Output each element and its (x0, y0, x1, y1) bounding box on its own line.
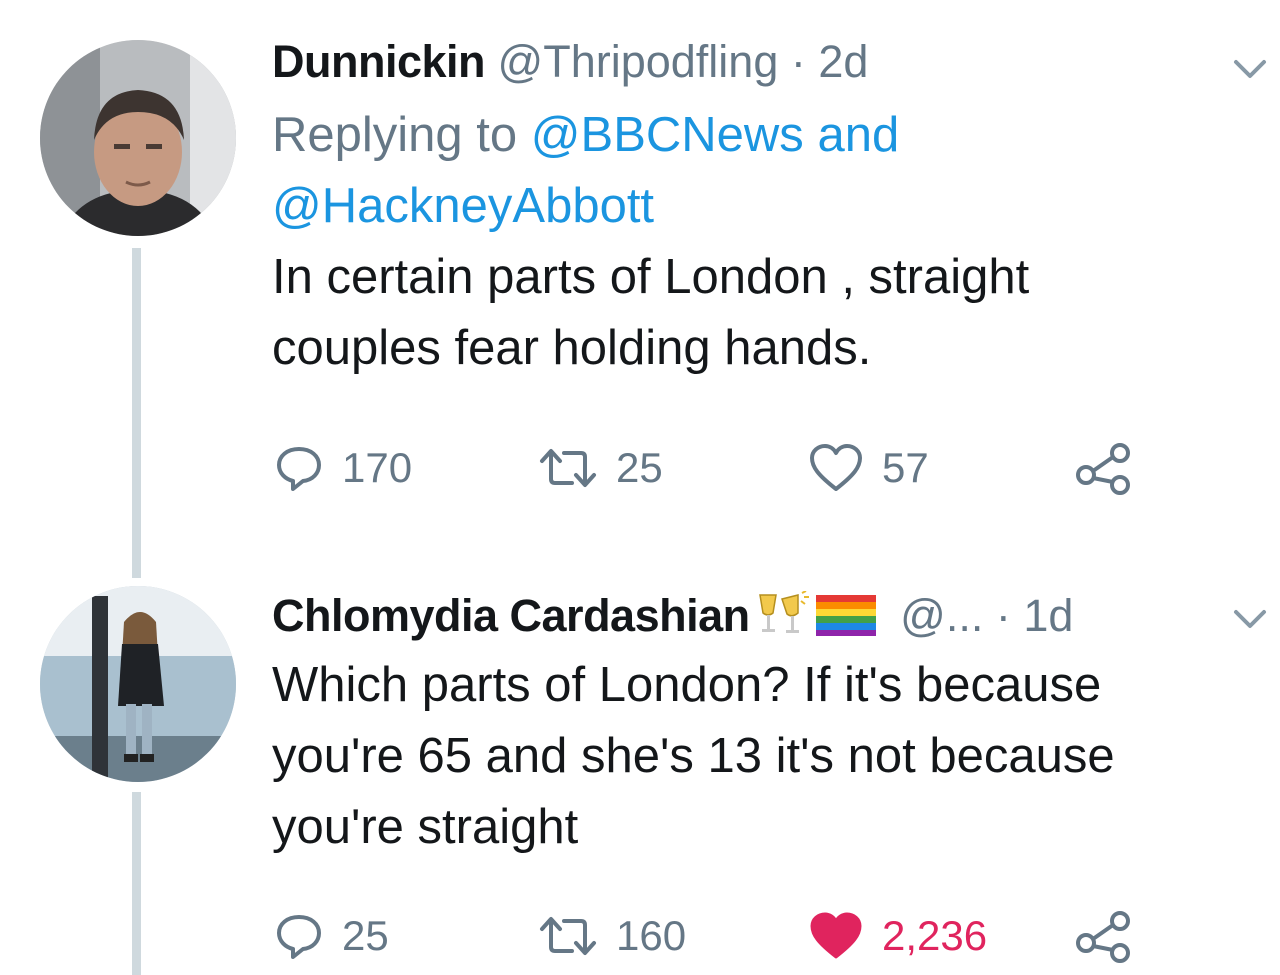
share-icon (1076, 443, 1130, 495)
mention-link[interactable]: @BBCNews (531, 108, 804, 162)
retweet-count: 25 (616, 444, 663, 491)
tweet[interactable]: Dunnickin @Thripodfling · 2d Replying to… (272, 32, 1232, 384)
tweet-text: Which parts of London? If it's because y… (272, 650, 1232, 863)
tweet-actions: 170 25 57 (274, 438, 1174, 498)
chevron-down-icon[interactable] (1228, 46, 1272, 90)
reply-icon (277, 915, 321, 959)
rainbow-flag-icon (815, 595, 876, 636)
replying-prefix: Replying to (272, 108, 518, 162)
tweet[interactable]: Chlomydia Cardashian @... · 1d Which par… (272, 586, 1232, 863)
retweet-count: 160 (616, 912, 687, 959)
retweet-button[interactable]: 160 (538, 906, 686, 966)
avatar[interactable] (40, 586, 236, 782)
thread-line-top (132, 248, 141, 578)
avatar[interactable] (40, 40, 236, 236)
tweet-header: Dunnickin @Thripodfling · 2d (272, 32, 1232, 92)
heart-icon-filled (810, 912, 862, 959)
retweet-icon (540, 449, 596, 487)
heart-icon (810, 444, 862, 491)
author-name[interactable]: Dunnickin (272, 36, 486, 87)
chevron-down-icon[interactable] (1228, 596, 1272, 640)
reply-joiner: and (817, 108, 900, 162)
tweet-text: In certain parts of London , straight co… (272, 242, 1232, 384)
tweet-text-line: you're straight (272, 800, 579, 854)
reply-icon (277, 447, 321, 491)
share-button[interactable] (1074, 438, 1134, 498)
share-button[interactable] (1074, 906, 1134, 966)
tweet-text-line: Which parts of London? If it's because (272, 658, 1102, 712)
timestamp[interactable]: 2d (818, 36, 868, 87)
reply-count: 25 (342, 912, 389, 959)
like-button[interactable]: 2,236 (808, 906, 987, 966)
retweet-icon (540, 917, 596, 955)
reply-button[interactable]: 25 (274, 906, 389, 966)
share-icon (1076, 911, 1130, 963)
time-separator: · (995, 590, 1011, 641)
like-count: 2,236 (882, 912, 988, 959)
tweet-text-line: you're 65 and she's 13 it's not because (272, 729, 1115, 783)
author-name[interactable]: Chlomydia Cardashian (272, 590, 750, 641)
clinking-glasses-icon (758, 591, 809, 633)
author-handle[interactable]: @Thripodfling (498, 36, 779, 87)
timestamp[interactable]: 1d (1023, 590, 1073, 641)
reply-count: 170 (342, 444, 413, 491)
reply-button[interactable]: 170 (274, 438, 412, 498)
tweet-actions: 25 160 2,236 (274, 906, 1174, 966)
tweet-header: Chlomydia Cardashian @... · 1d (272, 586, 1232, 646)
replying-to: Replying to @BBCNews and @HackneyAbbott (272, 100, 1232, 242)
retweet-button[interactable]: 25 (538, 438, 663, 498)
like-count: 57 (882, 444, 929, 491)
mention-link[interactable]: @HackneyAbbott (272, 179, 654, 233)
thread-line-bottom (132, 792, 141, 975)
tweet-text-line: In certain parts of London , straight (272, 250, 1030, 304)
tweet-text-line: couples fear holding hands. (272, 321, 872, 375)
author-handle[interactable]: @... (900, 590, 983, 641)
time-separator: · (790, 36, 806, 87)
like-button[interactable]: 57 (808, 438, 929, 498)
